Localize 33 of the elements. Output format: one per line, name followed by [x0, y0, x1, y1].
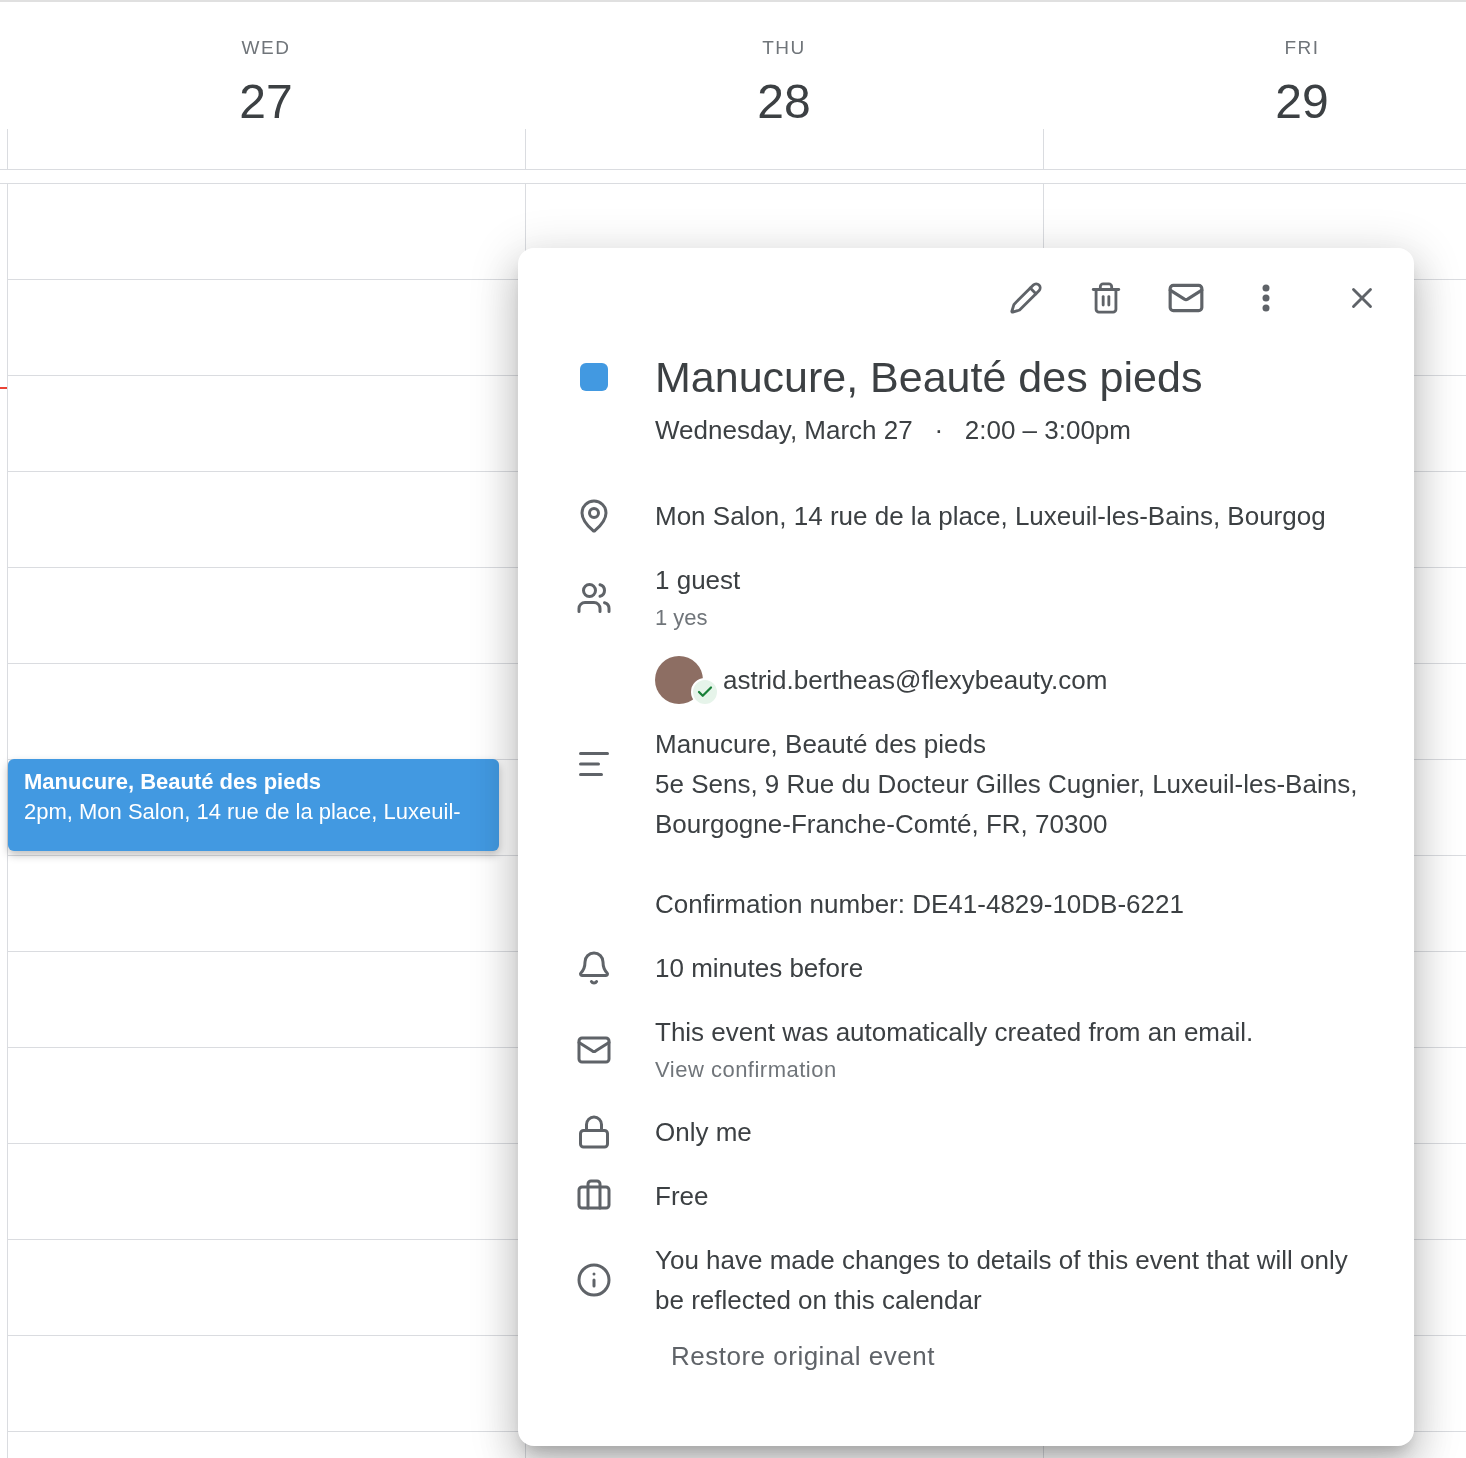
bell-icon	[576, 950, 612, 986]
pencil-icon	[1009, 281, 1043, 315]
trash-icon	[1089, 281, 1123, 315]
description-text: 5e Sens, 9 Rue du Docteur Gilles Cugnier, Luxeuil-les-Bains, Bourgogne-Franche-Comté, FR, 70300	[655, 768, 1359, 841]
confirmation-number: Confirmation number: DE41-4829-10DB-6221	[655, 888, 1185, 921]
calendar-color-swatch	[580, 363, 608, 391]
availability-text: Free	[655, 1180, 710, 1213]
description-text: Manucure, Beauté des pieds	[655, 728, 987, 761]
event-details: 2pm, Mon Salon, 14 rue de la place, Luxeuil-	[24, 798, 462, 826]
more-icon	[1262, 284, 1270, 312]
avatar	[655, 656, 703, 704]
info-icon	[576, 1262, 612, 1298]
notice-text: You have made changes to details of this event that will only be reflected on this calendar	[655, 1244, 1349, 1317]
event-title: Manucure, Beauté des pieds	[655, 352, 1204, 403]
email-note: This event was automatically created from an email.	[655, 1016, 1255, 1049]
day-number[interactable]: 28	[757, 74, 811, 130]
reminder-text: 10 minutes before	[655, 952, 865, 985]
event-title: Manucure, Beauté des pieds	[24, 768, 323, 796]
day-number[interactable]: 29	[1275, 74, 1329, 130]
view-confirmation-link[interactable]: View confirmation	[655, 1055, 837, 1085]
weekday-label: WED	[241, 36, 291, 60]
day-number[interactable]: 27	[239, 74, 293, 130]
guest-count: 1 guest	[655, 564, 742, 597]
guest-summary: 1 yes	[655, 604, 709, 632]
current-time-marker	[0, 387, 7, 389]
restore-original-event-button[interactable]: Restore original event	[655, 1332, 951, 1380]
visibility-text: Only me	[655, 1116, 753, 1149]
event-date-time: Wednesday, March 27 · 2:00 – 3:00pm	[655, 414, 1132, 447]
lock-icon	[576, 1114, 612, 1150]
weekday-label: FRI	[1284, 36, 1320, 60]
weekday-label: THU	[762, 36, 806, 60]
event-location: Mon Salon, 14 rue de la place, Luxeuil-les-Bains, Bourgog	[655, 500, 1327, 533]
guest-email[interactable]: astrid.bertheas@flexybeauty.com	[723, 662, 1108, 698]
